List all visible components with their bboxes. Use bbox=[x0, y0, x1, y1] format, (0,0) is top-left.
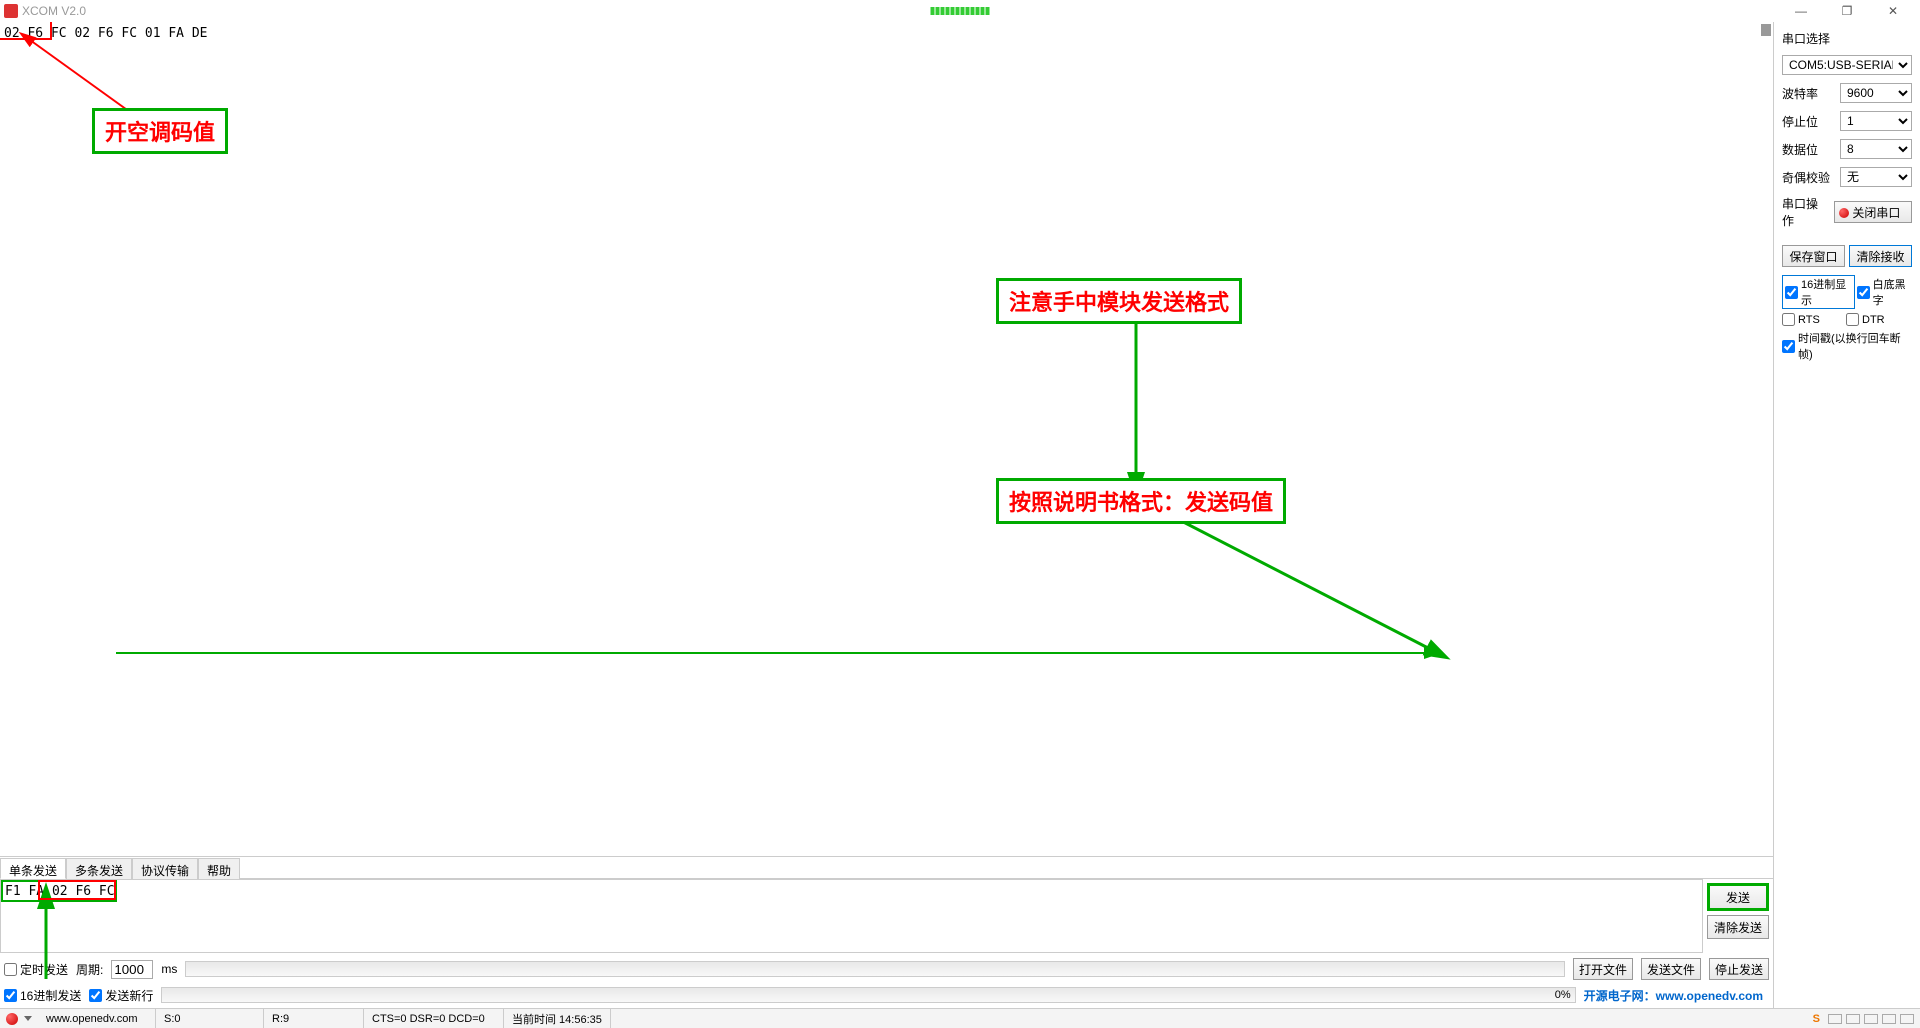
status-chip-2 bbox=[1846, 1014, 1860, 1024]
progress-percent: 0% bbox=[1555, 989, 1571, 1001]
hex-display-checkbox[interactable]: 16进制显示 bbox=[1782, 275, 1855, 309]
status-chip-4 bbox=[1882, 1014, 1896, 1024]
status-dropdown-icon[interactable] bbox=[24, 1016, 32, 1021]
close-port-button[interactable]: 关闭串口 bbox=[1834, 201, 1912, 223]
stop-bits-label: 停止位 bbox=[1782, 113, 1818, 130]
maximize-button[interactable]: ❐ bbox=[1824, 0, 1870, 22]
file-path-display bbox=[185, 961, 1565, 977]
status-bar: www.openedv.com S:0 R:9 CTS=0 DSR=0 DCD=… bbox=[0, 1008, 1920, 1028]
receive-textarea[interactable]: 02 F6 FC 02 F6 FC 01 FA DE 开空调码值 注意手中模块发… bbox=[0, 22, 1773, 856]
status-icon bbox=[6, 1013, 18, 1025]
port-op-label: 串口操作 bbox=[1782, 195, 1828, 229]
period-unit: ms bbox=[161, 962, 177, 976]
app-title: XCOM V2.0 bbox=[22, 4, 86, 18]
parity-select[interactable]: 无 bbox=[1840, 167, 1912, 187]
save-window-button[interactable]: 保存窗口 bbox=[1782, 245, 1845, 267]
port-select[interactable]: COM5:USB-SERIAL bbox=[1782, 55, 1912, 75]
tab-single-send[interactable]: 单条发送 bbox=[0, 858, 66, 879]
clear-send-button[interactable]: 清除发送 bbox=[1707, 915, 1769, 939]
tab-protocol[interactable]: 协议传输 bbox=[132, 858, 198, 879]
status-badge-icon: S bbox=[1813, 1013, 1820, 1025]
annotation-send-format: 注意手中模块发送格式 bbox=[996, 278, 1242, 324]
tab-help[interactable]: 帮助 bbox=[198, 858, 240, 879]
highlight-send-code bbox=[38, 880, 116, 900]
white-bg-checkbox[interactable]: 白底黑字 bbox=[1857, 275, 1912, 309]
settings-panel: 串口选择 COM5:USB-SERIAL 波特率 9600 停止位 1 数据位 … bbox=[1774, 22, 1920, 1008]
send-progress-bar: 0% bbox=[161, 987, 1575, 1003]
annotation-code-value: 开空调码值 bbox=[92, 108, 228, 154]
port-select-label: 串口选择 bbox=[1782, 30, 1912, 47]
status-recv-count: R:9 bbox=[264, 1009, 364, 1028]
promo-link[interactable]: 开源电子网：www.openedv.com bbox=[1584, 987, 1769, 1004]
activity-indicator bbox=[931, 7, 990, 15]
rts-checkbox[interactable]: RTS bbox=[1782, 313, 1844, 326]
stop-send-button[interactable]: 停止发送 bbox=[1709, 958, 1769, 980]
period-label: 周期: bbox=[76, 961, 103, 978]
title-bar: XCOM V2.0 — ❐ ✕ bbox=[0, 0, 1920, 22]
minimize-button[interactable]: — bbox=[1778, 0, 1824, 22]
tab-multi-send[interactable]: 多条发送 bbox=[66, 858, 132, 879]
open-file-button[interactable]: 打开文件 bbox=[1573, 958, 1633, 980]
send-input[interactable] bbox=[0, 879, 1703, 953]
parity-label: 奇偶校验 bbox=[1782, 169, 1830, 186]
highlight-received-code bbox=[0, 22, 52, 40]
timestamp-checkbox[interactable]: 时间戳(以换行回车断帧) bbox=[1782, 330, 1912, 362]
baud-select[interactable]: 9600 bbox=[1840, 83, 1912, 103]
status-signals: CTS=0 DSR=0 DCD=0 bbox=[364, 1009, 504, 1028]
status-time: 当前时间 14:56:35 bbox=[504, 1009, 611, 1028]
status-chip-5 bbox=[1900, 1014, 1914, 1024]
hex-send-checkbox[interactable]: 16进制发送 bbox=[4, 987, 81, 1004]
send-newline-checkbox[interactable]: 发送新行 bbox=[89, 987, 153, 1004]
status-url[interactable]: www.openedv.com bbox=[38, 1009, 156, 1028]
status-sent-count: S:0 bbox=[156, 1009, 264, 1028]
send-button[interactable]: 发送 bbox=[1707, 883, 1769, 911]
scrollbar-thumb[interactable] bbox=[1761, 24, 1771, 36]
close-window-button[interactable]: ✕ bbox=[1870, 0, 1916, 22]
port-status-icon bbox=[1839, 208, 1849, 218]
annotation-manual-format: 按照说明书格式：发送码值 bbox=[996, 478, 1286, 524]
data-bits-label: 数据位 bbox=[1782, 141, 1818, 158]
stop-bits-select[interactable]: 1 bbox=[1840, 111, 1912, 131]
send-file-button[interactable]: 发送文件 bbox=[1641, 958, 1701, 980]
app-icon bbox=[4, 4, 18, 18]
dtr-checkbox[interactable]: DTR bbox=[1846, 313, 1885, 326]
data-bits-select[interactable]: 8 bbox=[1840, 139, 1912, 159]
status-chip-3 bbox=[1864, 1014, 1878, 1024]
timed-send-checkbox[interactable]: 定时发送 bbox=[4, 961, 68, 978]
baud-label: 波特率 bbox=[1782, 85, 1818, 102]
send-tabs: 单条发送 多条发送 协议传输 帮助 bbox=[0, 857, 1773, 879]
period-input[interactable] bbox=[111, 960, 153, 979]
status-chip-1 bbox=[1828, 1014, 1842, 1024]
clear-receive-button[interactable]: 清除接收 bbox=[1849, 245, 1912, 267]
